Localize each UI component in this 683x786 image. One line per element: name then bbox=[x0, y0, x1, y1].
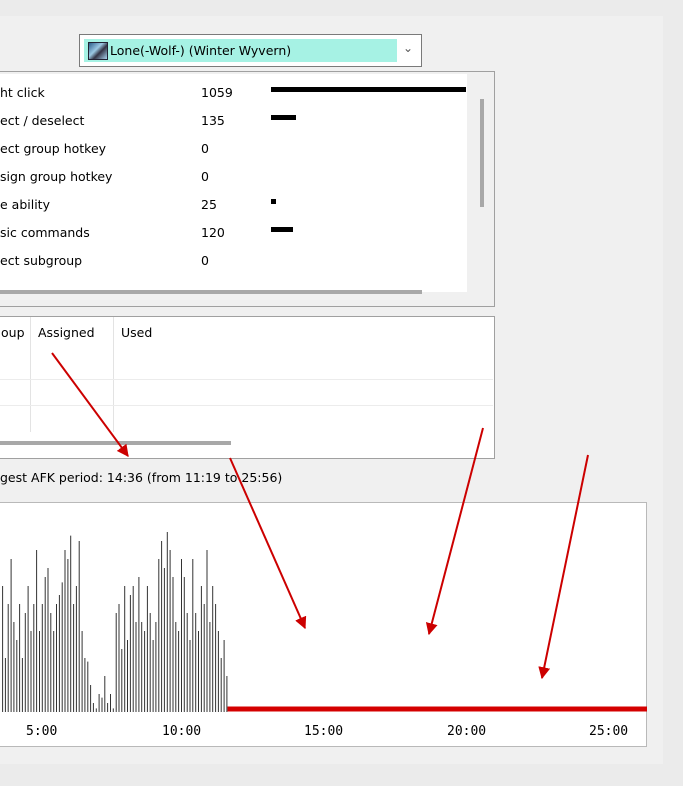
hero-portrait-icon bbox=[88, 41, 108, 60]
time-tick-label: 10:00 bbox=[162, 724, 202, 739]
hotkey-label: ht click bbox=[0, 85, 45, 100]
hotkey-label: e ability bbox=[0, 197, 50, 212]
hotkey-stats-box: ht click 1059 ect / deselect 135 ect group h… bbox=[0, 71, 495, 307]
table-row-line bbox=[0, 405, 493, 406]
hotkey-bar bbox=[271, 199, 276, 204]
hotkey-label: ect / deselect bbox=[0, 113, 85, 128]
hotkey-count: 0 bbox=[201, 253, 209, 268]
hotkey-row[interactable]: ect subgroup 0 bbox=[0, 250, 467, 278]
time-tick-label: 20:00 bbox=[447, 724, 487, 739]
chevron-down-icon[interactable]: ⌄ bbox=[403, 41, 413, 55]
hotkey-row[interactable]: sign group hotkey 0 bbox=[0, 166, 467, 194]
afk-period-text: gest AFK period: 14:36 (from 11:19 to 25… bbox=[0, 470, 283, 485]
time-tick-label: 15:00 bbox=[304, 724, 344, 739]
activity-timeline: 5:00 10:00 15:00 20:00 25:00 bbox=[0, 502, 647, 747]
column-header-group[interactable]: oup bbox=[1, 325, 25, 340]
column-header-used[interactable]: Used bbox=[121, 325, 152, 340]
hotkey-bar bbox=[271, 115, 296, 120]
hotkey-label: sic commands bbox=[0, 225, 90, 240]
player-select-label: Lone(-Wolf-) (Winter Wyvern) bbox=[110, 43, 292, 58]
hotkey-label: ect group hotkey bbox=[0, 141, 107, 156]
time-tick-label: 5:00 bbox=[26, 724, 58, 739]
hotkey-stats-list[interactable]: ht click 1059 ect / deselect 135 ect group h… bbox=[0, 74, 467, 292]
hotkey-bar bbox=[271, 87, 466, 92]
hotkey-row[interactable]: ht click 1059 bbox=[0, 82, 467, 110]
hotkey-count: 25 bbox=[201, 197, 217, 212]
hotkey-row[interactable]: e ability 25 bbox=[0, 194, 467, 222]
hotkey-label: ect subgroup bbox=[0, 253, 83, 268]
hotkey-row[interactable]: ect / deselect 135 bbox=[0, 110, 467, 138]
group-table-horizontal-scrollbar[interactable] bbox=[0, 441, 231, 445]
table-row-line bbox=[0, 379, 493, 380]
player-select-value: Lone(-Wolf-) (Winter Wyvern) bbox=[84, 39, 397, 62]
hotkey-count: 0 bbox=[201, 169, 209, 184]
hotkey-row[interactable]: sic commands 120 bbox=[0, 222, 467, 250]
activity-chart bbox=[2, 532, 647, 712]
column-header-assigned[interactable]: Assigned bbox=[38, 325, 95, 340]
hotkey-label: sign group hotkey bbox=[0, 169, 113, 184]
column-divider bbox=[113, 317, 114, 432]
hotkey-bar bbox=[271, 227, 293, 232]
group-table: oup Assigned Used bbox=[0, 316, 495, 459]
hotkey-list-horizontal-scrollbar[interactable] bbox=[0, 290, 422, 294]
hotkey-count: 120 bbox=[201, 225, 225, 240]
player-select-dropdown[interactable]: Lone(-Wolf-) (Winter Wyvern) ⌄ bbox=[79, 34, 422, 67]
hotkey-count: 135 bbox=[201, 113, 225, 128]
hotkey-list-vertical-scrollbar[interactable] bbox=[480, 99, 484, 207]
hotkey-count: 1059 bbox=[201, 85, 233, 100]
hotkey-row[interactable]: ect group hotkey 0 bbox=[0, 138, 467, 166]
time-tick-label: 25:00 bbox=[589, 724, 629, 739]
hotkey-count: 0 bbox=[201, 141, 209, 156]
column-divider bbox=[30, 317, 31, 432]
